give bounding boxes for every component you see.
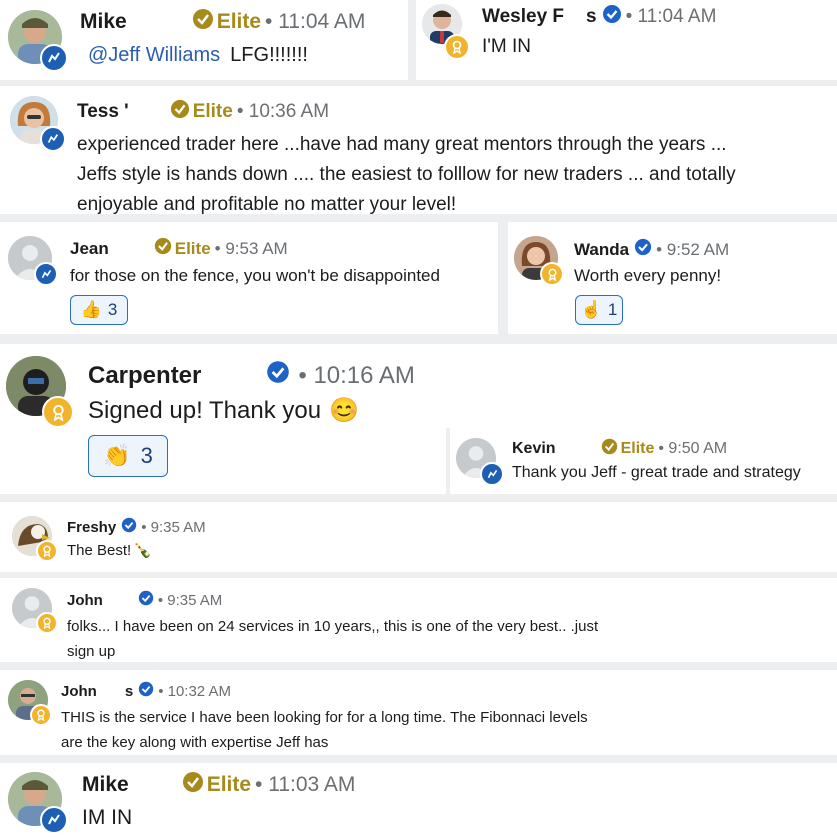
elite-badge-icon bbox=[192, 8, 214, 36]
divider bbox=[0, 755, 837, 763]
timestamp[interactable]: • 9:35 AM bbox=[158, 592, 222, 609]
author-name[interactable]: John bbox=[61, 683, 97, 700]
champagne-emoji-icon: 🍾 bbox=[133, 542, 152, 559]
reaction-button[interactable]: 👍 3 bbox=[70, 295, 128, 325]
divider bbox=[446, 428, 450, 494]
tier-label: Elite bbox=[174, 238, 211, 258]
message-text: IM IN bbox=[82, 806, 133, 829]
tier-label: Elite bbox=[192, 101, 233, 122]
author-name-tail: s bbox=[586, 6, 597, 27]
message-line: Jeffs style is hands down .... the easie… bbox=[77, 164, 736, 185]
redaction bbox=[102, 593, 133, 607]
reaction-count: 3 bbox=[140, 443, 153, 468]
verified-icon bbox=[266, 360, 290, 391]
author-name[interactable]: Mike bbox=[82, 773, 129, 797]
timestamp[interactable]: • 11:04 AM bbox=[626, 6, 717, 28]
mention-link[interactable]: @Jeff Williams bbox=[88, 44, 220, 67]
timestamp[interactable]: • 9:35 AM bbox=[141, 519, 205, 536]
verified-icon bbox=[634, 238, 652, 261]
message-text: Worth every penny! bbox=[574, 266, 722, 285]
redaction bbox=[564, 9, 587, 25]
timestamp[interactable]: • 10:32 AM bbox=[158, 683, 231, 700]
redaction bbox=[128, 776, 177, 794]
author-name[interactable]: Jean bbox=[70, 239, 109, 259]
message-line: enjoyable and profitable no matter your … bbox=[77, 194, 457, 215]
redaction bbox=[201, 365, 262, 386]
timestamp[interactable]: • 9:52 AM bbox=[656, 240, 729, 260]
tier-label: Elite bbox=[620, 440, 655, 457]
clap-icon: 👏 bbox=[103, 443, 131, 468]
divider bbox=[0, 572, 837, 578]
tier-label: Elite bbox=[216, 10, 262, 33]
author-name-tail: s bbox=[124, 682, 134, 700]
reaction-button[interactable]: 👏 3 bbox=[88, 435, 168, 477]
message-line: sign up bbox=[67, 643, 116, 660]
timestamp[interactable]: • 9:53 AM bbox=[215, 239, 288, 259]
message-line: experienced trader here ...have had many… bbox=[77, 134, 727, 155]
author-name[interactable]: Freshy bbox=[67, 519, 116, 536]
redaction bbox=[96, 684, 125, 698]
timestamp[interactable]: • 10:36 AM bbox=[237, 101, 329, 123]
message-line: are the key along with expertise Jeff ha… bbox=[61, 734, 329, 751]
author-name[interactable]: Carpenter bbox=[88, 362, 201, 390]
verified-icon bbox=[138, 681, 154, 701]
divider bbox=[0, 334, 837, 344]
elite-badge-icon bbox=[182, 771, 204, 799]
member-badge-icon bbox=[40, 126, 66, 152]
author-name[interactable]: Wanda bbox=[574, 240, 629, 260]
verified-icon bbox=[602, 4, 622, 30]
member-badge-icon bbox=[40, 44, 68, 72]
award-badge-icon bbox=[36, 540, 58, 562]
redaction bbox=[108, 241, 149, 256]
thumbs-up-icon: 👍 bbox=[80, 300, 102, 319]
verified-icon bbox=[138, 590, 154, 610]
author-name[interactable]: Kevin bbox=[512, 440, 556, 458]
reaction-button[interactable]: ☝ 1 bbox=[575, 295, 623, 325]
timestamp[interactable]: • 9:50 AM bbox=[658, 440, 727, 458]
message-text: Thank you Jeff - great trade and strateg… bbox=[512, 464, 801, 481]
award-badge-icon bbox=[42, 396, 74, 428]
smile-emoji-icon: 😊 bbox=[329, 397, 359, 424]
award-badge-icon bbox=[30, 704, 52, 726]
divider bbox=[0, 494, 837, 502]
verified-icon bbox=[121, 517, 137, 537]
member-badge-icon bbox=[34, 262, 58, 286]
reaction-count: 3 bbox=[107, 300, 118, 319]
elite-badge-icon bbox=[154, 237, 172, 260]
message-line: THIS is the service I have been looking … bbox=[61, 709, 588, 726]
elite-badge-icon bbox=[601, 438, 618, 460]
message-text: LFG!!!!!!! bbox=[230, 44, 308, 66]
tier-label: Elite bbox=[206, 773, 252, 796]
author-name[interactable]: Wesley F bbox=[482, 6, 564, 28]
redaction bbox=[128, 104, 165, 120]
divider bbox=[408, 0, 416, 80]
member-badge-icon bbox=[480, 462, 504, 486]
message-line: folks... I have been on 24 services in 1… bbox=[67, 618, 599, 635]
member-badge-icon bbox=[40, 806, 68, 834]
award-badge-icon bbox=[444, 34, 470, 60]
timestamp[interactable]: • 11:04 AM bbox=[265, 10, 365, 34]
redaction bbox=[555, 442, 596, 456]
pointing-up-icon: ☝ bbox=[580, 300, 602, 319]
author-name[interactable]: Mike bbox=[80, 10, 127, 34]
message-text: The Best! bbox=[67, 541, 132, 559]
elite-badge-icon bbox=[170, 99, 190, 125]
message-text: Signed up! Thank you bbox=[88, 396, 322, 424]
redaction bbox=[126, 13, 187, 31]
message-text: I'M IN bbox=[482, 36, 532, 57]
award-badge-icon bbox=[36, 612, 58, 634]
reaction-count: 1 bbox=[607, 300, 618, 319]
divider bbox=[0, 80, 837, 86]
message-text: for those on the fence, you won't be dis… bbox=[70, 266, 440, 285]
divider bbox=[498, 222, 508, 334]
author-name[interactable]: John bbox=[67, 592, 103, 609]
timestamp[interactable]: • 11:03 AM bbox=[255, 773, 355, 797]
timestamp[interactable]: • 10:16 AM bbox=[298, 362, 414, 390]
author-name[interactable]: Tess ' bbox=[77, 101, 129, 123]
award-badge-icon bbox=[540, 262, 564, 286]
